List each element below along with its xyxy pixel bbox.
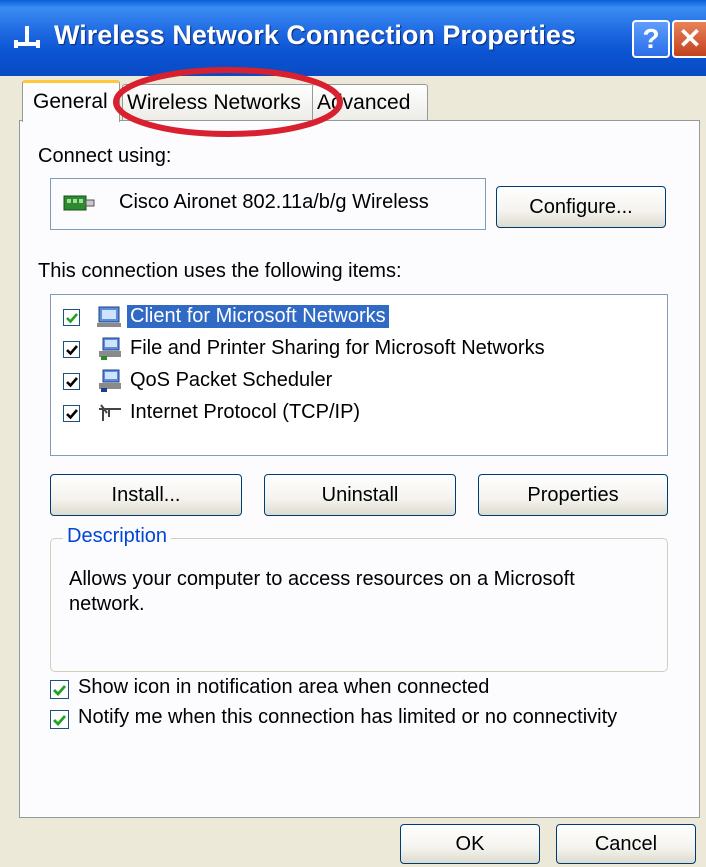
device-field: Cisco Aironet 802.11a/b/g Wireless xyxy=(50,178,486,230)
file-printer-sharing-icon xyxy=(99,337,121,360)
network-client-icon xyxy=(97,306,121,327)
configure-button[interactable]: Configure... xyxy=(496,186,666,228)
tab-wireless-networks[interactable]: Wireless Networks xyxy=(122,84,314,122)
close-button[interactable]: ✕ xyxy=(672,20,706,58)
checkmark-icon xyxy=(66,313,78,324)
description-group: Description Allows your computer to acce… xyxy=(50,525,668,672)
uninstall-button[interactable]: Uninstall xyxy=(264,474,456,516)
checkmark-icon xyxy=(66,409,78,420)
properties-button[interactable]: Properties xyxy=(478,474,668,516)
description-text: Allows your computer to access resources… xyxy=(69,568,575,615)
tab-advanced[interactable]: Advanced xyxy=(312,84,428,122)
item-label: Internet Protocol (TCP/IP) xyxy=(130,401,361,423)
item-label: File and Printer Sharing for Microsoft N… xyxy=(130,337,545,359)
network-protocol-icon xyxy=(99,404,121,421)
notify-label: Notify me when this connection has limit… xyxy=(78,706,618,728)
components-list[interactable]: Client for Microsoft Networks File and P… xyxy=(50,294,668,456)
items-label: This connection uses the following items… xyxy=(38,260,402,282)
checkmark-icon xyxy=(66,377,78,388)
item-checkbox[interactable] xyxy=(63,309,80,326)
show-icon-label: Show icon in notification area when conn… xyxy=(78,676,490,698)
title-bar[interactable]: Wireless Network Connection Properties ?… xyxy=(0,0,706,76)
cancel-button[interactable]: Cancel xyxy=(556,824,696,864)
window-title: Wireless Network Connection Properties xyxy=(54,20,576,50)
ok-button[interactable]: OK xyxy=(400,824,540,864)
checkmark-icon xyxy=(53,685,67,697)
show-icon-checkbox[interactable] xyxy=(50,680,69,699)
description-title: Description xyxy=(63,525,172,548)
list-item[interactable]: File and Printer Sharing for Microsoft N… xyxy=(63,335,653,365)
tab-general[interactable]: General xyxy=(22,80,120,122)
list-item[interactable]: Client for Microsoft Networks xyxy=(63,303,653,333)
notify-checkbox[interactable] xyxy=(50,710,69,729)
item-checkbox[interactable] xyxy=(63,405,80,422)
qos-scheduler-icon xyxy=(99,369,121,392)
item-checkbox[interactable] xyxy=(63,373,80,390)
network-adapter-icon xyxy=(63,195,95,211)
device-name: Cisco Aironet 802.11a/b/g Wireless xyxy=(119,191,429,213)
network-connection-icon xyxy=(14,26,40,48)
list-item[interactable]: QoS Packet Scheduler xyxy=(63,367,653,397)
connect-using-label: Connect using: xyxy=(38,145,172,167)
list-item[interactable]: Internet Protocol (TCP/IP) xyxy=(63,399,653,429)
checkmark-icon xyxy=(53,715,67,727)
item-label: QoS Packet Scheduler xyxy=(130,369,333,391)
checkmark-icon xyxy=(66,345,78,356)
item-checkbox[interactable] xyxy=(63,341,80,358)
item-label: Client for Microsoft Networks xyxy=(126,304,390,329)
help-button[interactable]: ? xyxy=(632,20,670,58)
install-button[interactable]: Install... xyxy=(50,474,242,516)
